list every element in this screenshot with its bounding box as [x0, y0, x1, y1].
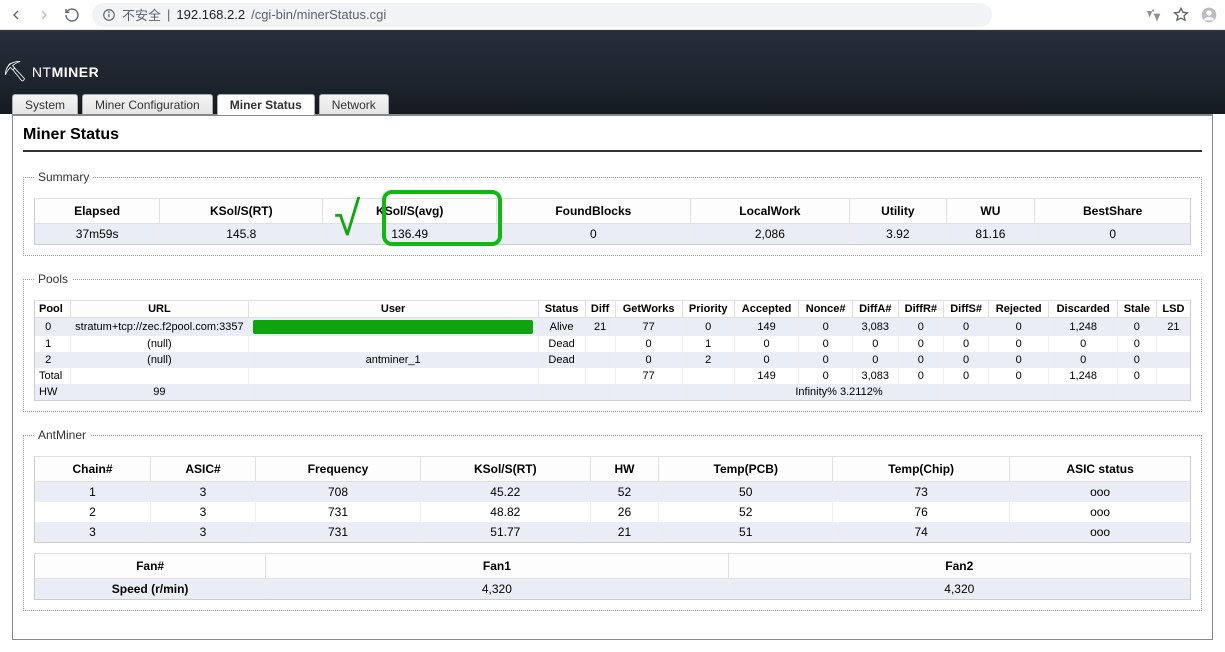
reload-icon[interactable] [64, 7, 80, 23]
col-ksol-rt: KSol/S(RT) [160, 199, 323, 224]
summary-legend: Summary [34, 170, 93, 184]
back-icon[interactable] [8, 7, 24, 23]
page-title: Miner Status [23, 126, 1202, 144]
summary-row: 37m59s 145.8 136.49 0 2,086 3.92 81.16 0 [35, 224, 1191, 245]
tab-miner-configuration[interactable]: Miner Configuration [82, 94, 213, 115]
col-wu: WU [946, 199, 1035, 224]
col-bestshare: BestShare [1035, 199, 1191, 224]
content: Miner Status Summary Elapsed KSol/S(RT) … [12, 114, 1213, 640]
profile-icon[interactable] [1201, 7, 1217, 23]
page-divider [23, 150, 1202, 152]
antminer-table: Chain# ASIC# Frequency KSol/S(RT) HW Tem… [34, 456, 1191, 543]
chain-row: 3373151.77215174ooo [35, 522, 1191, 543]
url-host: 192.168.2.2 [176, 7, 245, 22]
insecure-label: 不安全 [122, 5, 161, 24]
translate-icon[interactable] [1145, 7, 1161, 23]
browser-toolbar: 不安全 | 192.168.2.2/cgi-bin/minerStatus.cg… [0, 0, 1225, 30]
header-band: ⛏ NTMINER [0, 30, 1225, 88]
pool-hw-row: HW99Infinity% 3.2112% [35, 384, 1191, 401]
antminer-legend: AntMiner [34, 428, 90, 442]
info-icon [102, 8, 116, 22]
url-path: /cgi-bin/minerStatus.cgi [251, 7, 386, 22]
chain-row: 1370845.22525073ooo [35, 482, 1191, 503]
chain-row: 2373148.82265276ooo [35, 502, 1191, 522]
pool-total-row: Total7714903,0830001,2480 [35, 368, 1191, 384]
pools-legend: Pools [34, 272, 72, 286]
pool-row: 1(null)Dead0100000000 [35, 336, 1191, 352]
pools-table: Pool URL User Status Diff GetWorks Prior… [34, 300, 1191, 401]
antminer-fieldset: AntMiner Chain# ASIC# Frequency KSol/S(R… [23, 428, 1202, 611]
forward-icon[interactable] [36, 7, 52, 23]
fan-row: Speed (r/min) 4,320 4,320 [35, 579, 1191, 600]
tabs-row: System Miner Configuration Miner Status … [0, 88, 1225, 114]
col-utility: Utility [850, 199, 946, 224]
brand: ⛏ NTMINER [2, 62, 99, 82]
col-localwork: LocalWork [690, 199, 850, 224]
summary-fieldset: Summary Elapsed KSol/S(RT) KSol/S(avg) F… [23, 170, 1202, 256]
fan-table: Fan# Fan1 Fan2 Speed (r/min) 4,320 4,320 [34, 553, 1191, 600]
user-redacted [253, 320, 533, 334]
col-ksol-avg: KSol/S(avg) [323, 199, 497, 224]
star-icon[interactable] [1173, 7, 1189, 23]
col-foundblocks: FoundBlocks [497, 199, 690, 224]
tab-miner-status[interactable]: Miner Status [217, 94, 315, 115]
brand-logo-icon: ⛏ [2, 62, 28, 82]
pool-row: 0stratum+tcp://zec.f2pool.com:3357Alive2… [35, 318, 1191, 337]
omnibox[interactable]: 不安全 | 192.168.2.2/cgi-bin/minerStatus.cg… [92, 3, 992, 27]
pool-row: 2(null)antminer_1Dead0200000000 [35, 352, 1191, 368]
col-elapsed: Elapsed [35, 199, 160, 224]
tab-network[interactable]: Network [319, 94, 389, 115]
pools-fieldset: Pools Pool URL User Status Diff GetWorks… [23, 272, 1202, 412]
tab-system[interactable]: System [12, 94, 78, 115]
summary-table: Elapsed KSol/S(RT) KSol/S(avg) FoundBloc… [34, 198, 1191, 245]
